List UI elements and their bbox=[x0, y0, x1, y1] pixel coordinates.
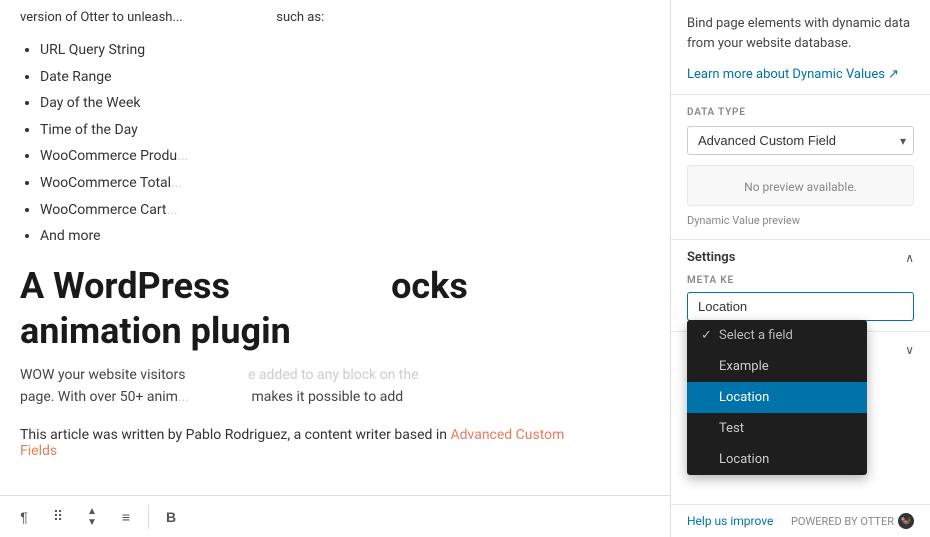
dropdown-item-example[interactable]: Example bbox=[687, 351, 867, 382]
chevron-down-icon: ∨ bbox=[905, 343, 914, 357]
list-item: URL Query String bbox=[40, 37, 650, 64]
dropdown-item-location[interactable]: Location bbox=[687, 444, 867, 475]
left-content: version of Otter to unleash... such as: … bbox=[0, 0, 670, 537]
meta-key-row: META KE ✓ Select a field Example bbox=[687, 275, 914, 321]
top-text: version of Otter to unleash... such as: bbox=[20, 10, 650, 25]
panel-header: Bind page elements with dynamic data fro… bbox=[671, 0, 930, 95]
page-container: version of Otter to unleash... such as: … bbox=[0, 0, 930, 537]
list-item: Date Range bbox=[40, 64, 650, 91]
paragraph-button[interactable]: ¶ bbox=[8, 501, 40, 533]
list-item: And more bbox=[40, 223, 650, 250]
list-item: WooCommerce Total... bbox=[40, 170, 650, 197]
data-type-select[interactable]: Advanced Custom Field URL Query String D… bbox=[687, 126, 914, 155]
data-type-label: DATA TYPE bbox=[687, 107, 914, 118]
powered-by: POWERED BY OTTER 🦦 bbox=[791, 513, 914, 529]
settings-section: Settings ∧ META KE ✓ Select a field bbox=[671, 240, 930, 332]
field-input[interactable] bbox=[687, 292, 914, 321]
field-dropdown-menu: ✓ Select a field Example Location bbox=[687, 320, 867, 475]
dropdown-item-label: Example bbox=[719, 359, 769, 374]
help-link[interactable]: Help us improve bbox=[687, 514, 773, 528]
feature-list: URL Query String Date Range Day of the W… bbox=[20, 37, 650, 250]
panel-description: Bind page elements with dynamic data fro… bbox=[687, 14, 914, 53]
dropdown-item-test[interactable]: Test bbox=[687, 413, 867, 444]
list-item: WooCommerce Cart... bbox=[40, 197, 650, 224]
external-link-icon: ↗ bbox=[888, 67, 899, 82]
dropdown-item-select-field[interactable]: ✓ Select a field bbox=[687, 320, 867, 351]
move-button[interactable]: ▲▼ bbox=[76, 501, 108, 533]
learn-more-text: Learn more about Dynamic Values bbox=[687, 67, 885, 82]
settings-title: Settings bbox=[687, 250, 735, 265]
description-text: WOW your website visitors e added to any… bbox=[20, 364, 650, 409]
otter-icon: 🦦 bbox=[898, 513, 914, 529]
panel-footer: Help us improve POWERED BY OTTER 🦦 bbox=[671, 504, 930, 537]
data-type-dropdown-wrapper: Advanced Custom Field URL Query String D… bbox=[687, 126, 914, 155]
page-heading: A WordPress ocks animation plugin bbox=[20, 264, 650, 354]
dropdown-item-label: Location bbox=[719, 452, 769, 467]
align-button[interactable]: ≡ bbox=[110, 501, 142, 533]
field-input-wrapper: ✓ Select a field Example Location bbox=[687, 292, 914, 321]
check-placeholder: ✓ bbox=[701, 328, 713, 343]
preview-box: No preview available. bbox=[687, 165, 914, 206]
list-item: Time of the Day bbox=[40, 117, 650, 144]
dynamic-value-label: Dynamic Value preview bbox=[687, 214, 914, 227]
list-item: Day of the Week bbox=[40, 90, 650, 117]
dropdown-item-label: Select a field bbox=[719, 328, 793, 343]
dropdown-item-label: Test bbox=[719, 421, 744, 436]
data-type-section: DATA TYPE Advanced Custom Field URL Quer… bbox=[671, 95, 930, 240]
attribution-text: This article was written by Pablo Rodrig… bbox=[20, 427, 451, 443]
list-item: WooCommerce Produ... bbox=[40, 143, 650, 170]
chevron-up-icon: ∧ bbox=[905, 251, 914, 265]
dropdown-item-label: Location bbox=[719, 390, 769, 405]
dropdown-item-location-active[interactable]: Location bbox=[687, 382, 867, 413]
settings-header[interactable]: Settings ∧ bbox=[687, 250, 914, 265]
meta-key-label: META KE bbox=[687, 275, 914, 286]
preview-text: No preview available. bbox=[744, 180, 857, 194]
right-panel: Bind page elements with dynamic data fro… bbox=[670, 0, 930, 537]
toolbar-divider bbox=[148, 505, 149, 529]
editor-toolbar: ¶ ⠿ ▲▼ ≡ B bbox=[0, 495, 670, 537]
drag-button[interactable]: ⠿ bbox=[42, 501, 74, 533]
powered-by-text: POWERED BY OTTER bbox=[791, 515, 894, 528]
article-attribution: This article was written by Pablo Rodrig… bbox=[20, 427, 650, 459]
bold-button[interactable]: B bbox=[155, 501, 187, 533]
learn-more-link[interactable]: Learn more about Dynamic Values ↗ bbox=[687, 67, 899, 82]
